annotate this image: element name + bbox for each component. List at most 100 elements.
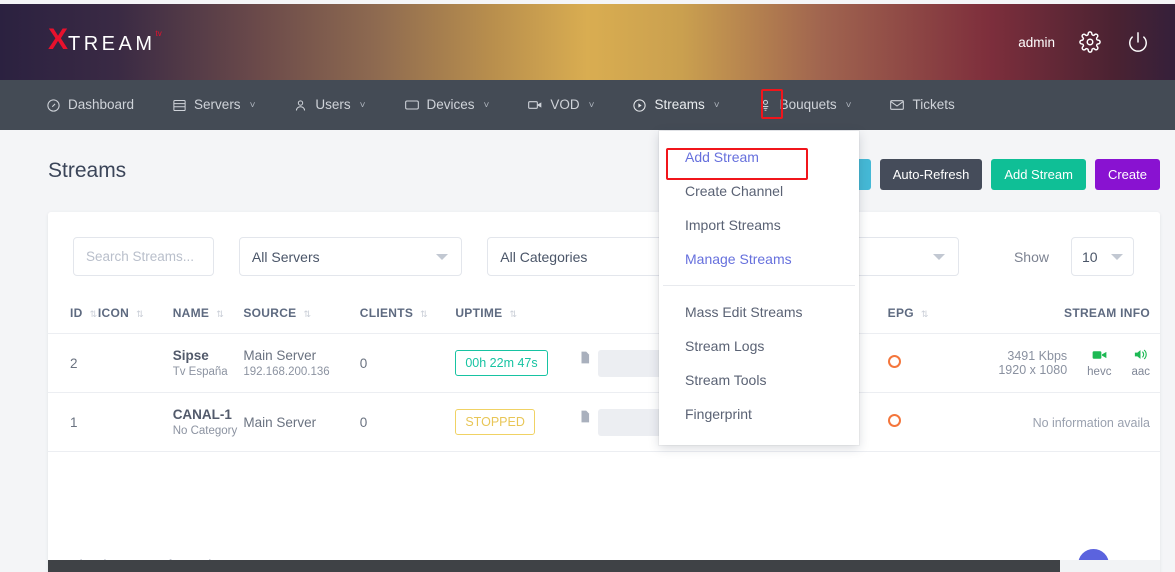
nav-item-dashboard[interactable]: Dashboard <box>46 80 153 130</box>
nav-item-devices[interactable]: Devices ˅ <box>404 80 509 130</box>
brand-header: X TREAM tv admin <box>0 4 1175 80</box>
menu-item-add-stream[interactable]: Add Stream <box>659 140 859 174</box>
chevron-down-icon <box>932 253 945 260</box>
streams-table-wrap: ID ⇅ ICON ⇅ NAME ⇅ SOURCE ⇅ CLIENTS ⇅ UPTIME ⇅… <box>48 292 1160 452</box>
sort-icon: ⇅ <box>420 309 427 319</box>
nav-item-streams[interactable]: Streams ˅ <box>632 80 738 130</box>
menu-item-create-channel[interactable]: Create Channel <box>659 174 859 208</box>
cell-clients: 0 <box>359 392 456 452</box>
chevron-down-icon[interactable]: ˅ <box>484 100 490 111</box>
table-row[interactable]: 2 Sipse Tv España Main Server 192.168.20… <box>48 333 1160 393</box>
video-camera-icon <box>1092 350 1107 359</box>
column-header-source[interactable]: SOURCE ⇅ <box>243 292 360 334</box>
nav-item-servers[interactable]: Servers ˅ <box>172 80 274 130</box>
column-header-clients[interactable]: CLIENTS ⇅ <box>359 292 456 334</box>
chevron-down-icon[interactable]: ˅ <box>589 100 595 111</box>
show-label: Show <box>1013 248 1049 265</box>
stream-name: CANAL-1 <box>172 407 232 422</box>
server-select-value: All Servers <box>251 248 320 265</box>
user-icon <box>296 99 306 111</box>
horizontal-scrollbar[interactable] <box>48 560 1160 572</box>
column-label: NAME <box>172 306 210 320</box>
menu-item-stream-tools[interactable]: Stream Tools <box>659 363 859 397</box>
table-row[interactable]: 1 CANAL-1 No Category Main Server 0 STOP… <box>48 392 1160 452</box>
page-size-select[interactable]: 10 <box>1070 237 1134 276</box>
cell-epg <box>887 333 953 393</box>
server-select[interactable]: All Servers <box>238 237 463 276</box>
cell-id: 1 <box>48 392 98 452</box>
category-select-value: All Categories <box>500 248 588 265</box>
epg-circle-icon <box>887 414 901 427</box>
stream-bitrate-group: 3491 Kbps 1920 x 1080 <box>998 349 1067 377</box>
bitrate: 3491 Kbps <box>1007 349 1068 363</box>
scrollbar-thumb[interactable] <box>48 560 1060 572</box>
sort-icon: ⇅ <box>303 309 311 319</box>
column-header-name[interactable]: NAME ⇅ <box>172 292 244 334</box>
menu-item-stream-logs[interactable]: Stream Logs <box>659 329 859 363</box>
play-circle-icon <box>633 98 647 112</box>
column-header-id[interactable]: ID ⇅ <box>48 292 98 334</box>
logo-x: X <box>48 23 69 56</box>
column-header-epg[interactable]: EPG ⇅ <box>887 292 953 334</box>
sort-icon: ⇅ <box>136 309 143 319</box>
menu-item-import-streams[interactable]: Import Streams <box>659 208 859 242</box>
video-codec-label: hevc <box>1087 365 1112 378</box>
dashboard-icon <box>47 98 60 112</box>
servers-icon <box>173 99 186 111</box>
column-header-icon[interactable]: ICON ⇅ <box>97 292 173 334</box>
logo-text: TREAM <box>68 33 156 55</box>
source-ip: 192.168.200.136 <box>243 366 330 378</box>
nav-item-tickets[interactable]: Tickets <box>889 80 973 130</box>
cell-name: Sipse Tv España <box>172 333 244 393</box>
cell-stream-info: No information availa <box>952 392 1160 452</box>
main-navigation: Dashboard Servers ˅ Users ˅ Devices ˅ VO… <box>0 80 1175 130</box>
nav-item-bouquets[interactable]: Bouquets ˅ <box>758 80 871 130</box>
file-icon[interactable] <box>578 409 592 436</box>
sort-icon: ⇅ <box>509 309 517 319</box>
cell-name: CANAL-1 No Category <box>172 392 244 452</box>
cell-clients: 0 <box>359 333 456 393</box>
menu-item-fingerprint[interactable]: Fingerprint <box>659 397 859 431</box>
current-user-label: admin <box>1018 34 1055 50</box>
stream-name: Sipse <box>172 348 209 363</box>
device-icon <box>404 100 419 110</box>
power-icon[interactable] <box>1125 29 1151 55</box>
auto-refresh-button[interactable]: Auto-Refresh <box>879 159 983 190</box>
cell-icon <box>97 333 173 393</box>
app-root: X TREAM tv admin Dashboard Servers ˅ Use… <box>0 0 1175 572</box>
audio-codec-group: aac <box>1131 348 1150 378</box>
search-input[interactable]: Search Streams... <box>73 237 214 276</box>
gear-icon[interactable] <box>1077 29 1103 55</box>
stream-info-group: 3491 Kbps 1920 x 1080 hevc aac <box>952 348 1150 378</box>
menu-item-mass-edit-streams[interactable]: Mass Edit Streams <box>659 295 859 329</box>
menu-item-manage-streams[interactable]: Manage Streams <box>659 242 859 276</box>
chevron-down-icon <box>1110 253 1123 260</box>
chevron-down-icon[interactable]: ˅ <box>250 100 256 111</box>
column-label: ID <box>70 306 83 320</box>
column-label: UPTIME <box>455 306 503 320</box>
column-label: EPG <box>887 306 914 320</box>
page-content: Streams Auto-Refresh Add Stream Create S… <box>0 130 1175 572</box>
search-placeholder: Search Streams... <box>86 249 195 264</box>
nav-item-users[interactable]: Users ˅ <box>293 80 384 130</box>
sort-icon: ⇅ <box>920 309 928 319</box>
file-icon[interactable] <box>578 350 592 377</box>
logo-tm: tv <box>155 29 162 38</box>
column-header-uptime[interactable]: UPTIME ⇅ <box>455 292 578 334</box>
video-codec-group: hevc <box>1087 349 1111 378</box>
filters-row: Search Streams... All Servers All Catego… <box>48 212 1160 276</box>
cell-id: 2 <box>48 333 98 393</box>
create-button[interactable]: Create <box>1094 159 1160 190</box>
video-icon <box>528 101 542 109</box>
nav-item-vod[interactable]: VOD ˅ <box>527 80 613 130</box>
chevron-down-icon[interactable]: ˅ <box>714 100 720 111</box>
cell-uptime: 00h 22m 47s <box>455 333 578 393</box>
add-stream-button[interactable]: Add Stream <box>991 159 1086 190</box>
stream-category: No Category <box>172 425 238 437</box>
chevron-down-icon[interactable]: ˅ <box>360 100 366 111</box>
chevron-down-icon <box>436 253 449 260</box>
nav-label: Tickets <box>912 97 955 113</box>
chevron-down-icon[interactable]: ˅ <box>846 100 852 111</box>
bouquet-icon <box>762 99 768 111</box>
mail-icon <box>890 100 905 110</box>
